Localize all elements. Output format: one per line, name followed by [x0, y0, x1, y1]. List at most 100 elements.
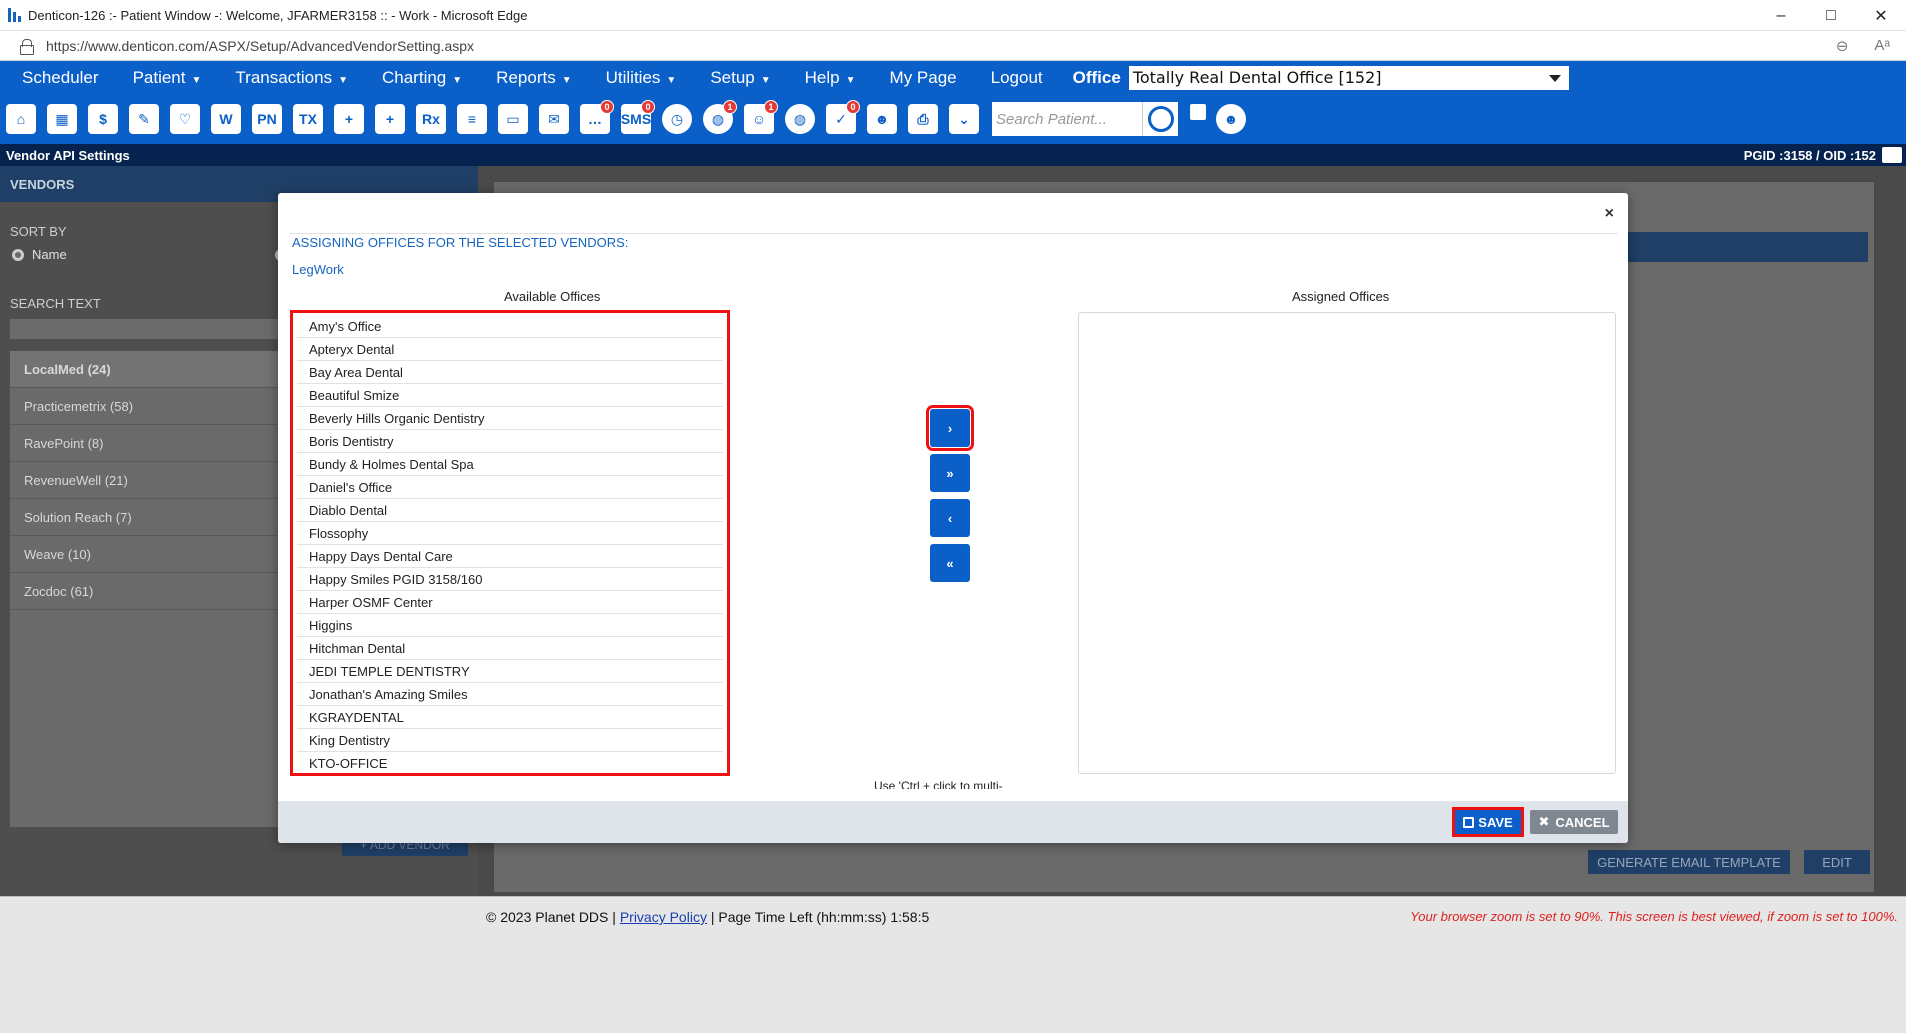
- printer-icon[interactable]: ⎙: [906, 101, 940, 137]
- chat-icon[interactable]: … 0: [578, 100, 614, 137]
- minimize-button[interactable]: –: [1756, 0, 1806, 31]
- web-icon[interactable]: ◍: [783, 101, 817, 137]
- menu-setup[interactable]: Setup ▼: [710, 68, 770, 88]
- menu-help[interactable]: Help ▼: [805, 68, 856, 88]
- selected-vendor-name: LegWork: [292, 262, 344, 277]
- office-select[interactable]: Totally Real Dental Office [152]: [1128, 65, 1569, 90]
- icon-toolbar: ⌂ ▦ $ ✎ ♡ W PN TX + + Rx ≡ ▭ ✉… 0 SMS 0 ◷ ◍ 1 ☺ 1 ◍ ✓ 0 ☻ ⎙ ⌄ Search…: [0, 94, 1906, 144]
- zoom-out-icon[interactable]: ⊖: [1836, 37, 1849, 55]
- move-all-left-button[interactable]: «: [930, 544, 970, 582]
- chevron-down-icon: ▼: [760, 74, 771, 86]
- move-all-right-button[interactable]: »: [930, 454, 970, 492]
- menu-utilities[interactable]: Utilities ▼: [606, 68, 677, 88]
- chevron-down-icon: ▼: [452, 74, 463, 86]
- available-office-item[interactable]: KTO-OFFICE: [297, 752, 723, 773]
- menu-my-page[interactable]: My Page: [890, 68, 957, 88]
- available-office-item[interactable]: Amy's Office: [297, 315, 723, 338]
- support-icon[interactable]: ☺ 1: [742, 100, 778, 137]
- browser-titlebar: Denticon-126 :- Patient Window -: Welcom…: [0, 0, 1906, 31]
- sort-name-radio[interactable]: [12, 248, 24, 261]
- menu-reports[interactable]: Reports ▼: [496, 68, 571, 88]
- prescription-icon[interactable]: Rx: [414, 101, 448, 137]
- address-bar[interactable]: https://www.denticon.com/ASPX/Setup/Adva…: [0, 31, 1906, 61]
- menu-charting[interactable]: Charting ▼: [382, 68, 462, 88]
- menu-transactions[interactable]: Transactions ▼: [235, 68, 348, 88]
- clock-icon[interactable]: ◷: [660, 101, 694, 137]
- address-bar-tools: ⊖ Aᵃ: [1836, 37, 1890, 55]
- save-button[interactable]: SAVE: [1452, 807, 1524, 837]
- assigned-offices-list[interactable]: [1078, 312, 1616, 774]
- dollar-icon[interactable]: $: [86, 101, 120, 137]
- available-offices-list[interactable]: Amy's Office Apteryx Dental Bay Area Denta…: [290, 310, 730, 776]
- implant-icon[interactable]: W: [209, 101, 243, 137]
- toolbar-checkbox[interactable]: [1190, 104, 1206, 120]
- available-office-item[interactable]: Boris Dentistry: [297, 430, 723, 453]
- move-selected-right-button[interactable]: ›: [926, 405, 974, 451]
- copyright-text: © 2023 Planet DDS |: [486, 909, 616, 925]
- calendar-icon[interactable]: ▦: [45, 101, 79, 137]
- menu-item-label: Setup: [710, 67, 755, 87]
- progress-notes-icon[interactable]: PN: [250, 101, 284, 137]
- home-icon-glyph: ⌂: [6, 104, 36, 134]
- available-office-item[interactable]: Bundy & Holmes Dental Spa: [297, 453, 723, 476]
- available-office-item[interactable]: Beverly Hills Organic Dentistry: [297, 407, 723, 430]
- sms-icon[interactable]: SMS 0: [619, 100, 655, 137]
- mail-icon[interactable]: ✉: [537, 101, 571, 137]
- url-text[interactable]: https://www.denticon.com/ASPX/Setup/Adva…: [46, 38, 474, 54]
- menu-patient[interactable]: Patient ▼: [133, 68, 202, 88]
- calendar-icon-glyph: ▦: [47, 104, 77, 134]
- add-patient-icon[interactable]: +: [332, 101, 366, 137]
- home-icon[interactable]: ⌂: [4, 101, 38, 137]
- cancel-button[interactable]: ✖ CANCEL: [1530, 810, 1618, 834]
- read-aloud-icon[interactable]: Aᵃ: [1874, 37, 1890, 55]
- menu-scheduler[interactable]: Scheduler: [22, 68, 99, 88]
- available-office-item[interactable]: Hitchman Dental: [297, 637, 723, 660]
- available-office-item[interactable]: Diablo Dental: [297, 499, 723, 522]
- document-icon[interactable]: ≡: [455, 101, 489, 137]
- generate-email-template-button[interactable]: GENERATE EMAIL TEMPLATE: [1588, 850, 1790, 874]
- available-office-item[interactable]: Bay Area Dental: [297, 361, 723, 384]
- family-icon[interactable]: ☻: [865, 101, 899, 137]
- available-office-item[interactable]: JEDI TEMPLE DENTISTRY: [297, 660, 723, 683]
- page-time-left: | Page Time Left (hh:mm:ss) 1:58:5: [710, 909, 930, 925]
- available-office-item[interactable]: KGRAYDENTAL: [297, 706, 723, 729]
- tooth-icon[interactable]: ♡: [168, 101, 202, 137]
- available-office-item[interactable]: Harper OSMF Center: [297, 591, 723, 614]
- add-family-icon[interactable]: +: [373, 101, 407, 137]
- available-office-item[interactable]: Jonathan's Amazing Smiles: [297, 683, 723, 706]
- printer-icon-glyph: ⎙: [908, 104, 938, 134]
- patient-search-button[interactable]: [1142, 102, 1178, 136]
- notes-icon[interactable]: ✎: [127, 101, 161, 137]
- available-office-item[interactable]: Higgins: [297, 614, 723, 637]
- move-selected-left-button[interactable]: ‹: [930, 499, 970, 537]
- available-office-item[interactable]: Happy Smiles PGID 3158/160: [297, 568, 723, 591]
- cancel-label: CANCEL: [1555, 814, 1610, 830]
- close-window-button[interactable]: ✕: [1856, 0, 1906, 31]
- page-header: Vendor API Settings PGID :3158 / OID :15…: [0, 144, 1906, 166]
- edit-button[interactable]: EDIT: [1804, 850, 1870, 874]
- cancel-x-icon: ✖: [1538, 814, 1550, 829]
- notification-badge: 1: [723, 100, 737, 114]
- privacy-policy-link[interactable]: Privacy Policy: [620, 909, 707, 925]
- collapse-icon[interactable]: ⌄: [947, 101, 981, 137]
- main-menu-bar: Scheduler Patient ▼ Transactions ▼ Charting ▼ R…: [0, 61, 1906, 94]
- available-office-item[interactable]: Daniel's Office: [297, 476, 723, 499]
- maximize-button[interactable]: □: [1806, 0, 1856, 31]
- globe-alert-icon[interactable]: ◍ 1: [701, 100, 737, 137]
- available-office-item[interactable]: Beautiful Smize: [297, 384, 723, 407]
- pgid-oid-label: PGID :3158 / OID :152: [1743, 147, 1876, 163]
- available-office-item[interactable]: Happy Days Dental Care: [297, 545, 723, 568]
- menu-logout[interactable]: Logout: [991, 68, 1043, 88]
- available-office-item[interactable]: Apteryx Dental: [297, 338, 723, 361]
- implant-icon-glyph: W: [211, 104, 241, 134]
- search-patient-input[interactable]: Search Patient...: [992, 102, 1142, 136]
- group-search-icon[interactable]: ☻: [1214, 101, 1248, 137]
- scanner-icon[interactable]: ▭: [496, 101, 530, 137]
- checklist-icon[interactable]: ✓ 0: [824, 100, 860, 137]
- available-office-item[interactable]: Flossophy: [297, 522, 723, 545]
- print-icon[interactable]: [1882, 147, 1902, 163]
- available-office-item[interactable]: King Dentistry: [297, 729, 723, 752]
- modal-close-button[interactable]: ×: [1605, 205, 1614, 223]
- scanner-icon-glyph: ▭: [498, 104, 528, 134]
- treatment-icon[interactable]: TX: [291, 101, 325, 137]
